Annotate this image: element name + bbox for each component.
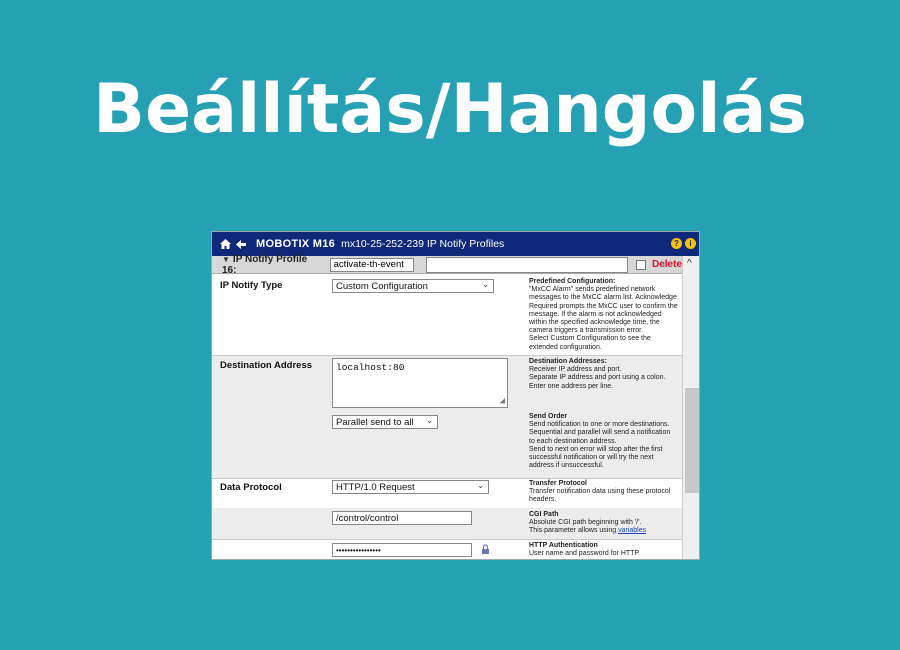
cgi-path-help: CGI Path Absolute CGI path beginning wit… xyxy=(529,511,647,535)
password-input[interactable]: •••••••••••••••• xyxy=(332,543,472,557)
window-address: mx10-25-252-239 IP Notify Profiles xyxy=(341,238,505,250)
chevron-down-icon: ⌄ xyxy=(426,416,433,425)
cgi-path-input[interactable]: /control/control xyxy=(332,511,472,525)
profile-bar: ▼IP Notify Profile 16: Delete xyxy=(212,254,682,276)
resize-grip-icon[interactable]: ◢ xyxy=(500,396,505,406)
profile-label[interactable]: ▼ IP Notify Profile 16: xyxy=(222,254,324,276)
protocol-label: Data Protocol xyxy=(220,482,282,493)
notify-type-label: IP Notify Type xyxy=(220,280,283,291)
profile-description-input[interactable] xyxy=(425,256,629,273)
notify-type-select[interactable]: Custom Configuration ⌄ xyxy=(332,279,494,293)
protocol-row: Data Protocol HTTP/1.0 Request ⌄ Transfe… xyxy=(212,479,682,507)
notify-type-row: IP Notify Type Custom Configuration ⌄ Pr… xyxy=(212,275,682,355)
delete-checkbox[interactable] xyxy=(636,259,646,270)
collapse-triangle-icon: ▼ xyxy=(222,254,230,264)
camera-config-screenshot: MOBOTIX M16 mx10-25-252-239 IP Notify Pr… xyxy=(211,231,700,560)
lock-icon[interactable] xyxy=(481,544,490,558)
info-icon[interactable]: i xyxy=(685,238,696,249)
destination-label: Destination Address xyxy=(220,360,313,371)
help-icon[interactable]: ? xyxy=(671,238,682,249)
brand-label: MOBOTIX M16 xyxy=(256,238,336,250)
profile-name-input[interactable] xyxy=(329,257,414,272)
delete-label: Delete xyxy=(651,259,682,270)
page-heading: Beállítás/Hangolás xyxy=(93,70,807,149)
variables-link[interactable]: variables xyxy=(618,527,646,534)
scroll-up-icon[interactable]: ^ xyxy=(687,258,692,269)
chevron-down-icon: ⌄ xyxy=(477,481,484,490)
protocol-select[interactable]: HTTP/1.0 Request ⌄ xyxy=(332,480,489,494)
destination-row: Destination Address localhost:80 ◢ Desti… xyxy=(212,356,682,478)
back-icon[interactable] xyxy=(234,237,248,251)
scrollbar-thumb[interactable] xyxy=(685,388,699,493)
destination-textarea[interactable]: localhost:80 ◢ xyxy=(332,358,508,408)
notify-type-help: Predefined Configuration: "MxCC Alarm" s… xyxy=(529,278,678,351)
window-title-bar: MOBOTIX M16 mx10-25-252-239 IP Notify Pr… xyxy=(212,232,699,256)
vertical-scrollbar[interactable]: ^ xyxy=(682,256,699,559)
protocol-help: Transfer Protocol Transfer notification … xyxy=(529,480,671,504)
home-icon[interactable] xyxy=(218,237,232,251)
auth-row: •••••••••••••••• HTTP Authentication Use… xyxy=(212,540,682,559)
cgi-path-row: /control/control CGI Path Absolute CGI p… xyxy=(212,508,682,539)
auth-help: HTTP Authentication User name and passwo… xyxy=(529,542,640,558)
send-order-help: Send Order Send notification to one or m… xyxy=(529,413,671,470)
destination-help: Destination Addresses: Receiver IP addre… xyxy=(529,358,666,390)
send-order-select[interactable]: Parallel send to all ⌄ xyxy=(332,415,438,429)
chevron-down-icon: ⌄ xyxy=(482,280,489,289)
